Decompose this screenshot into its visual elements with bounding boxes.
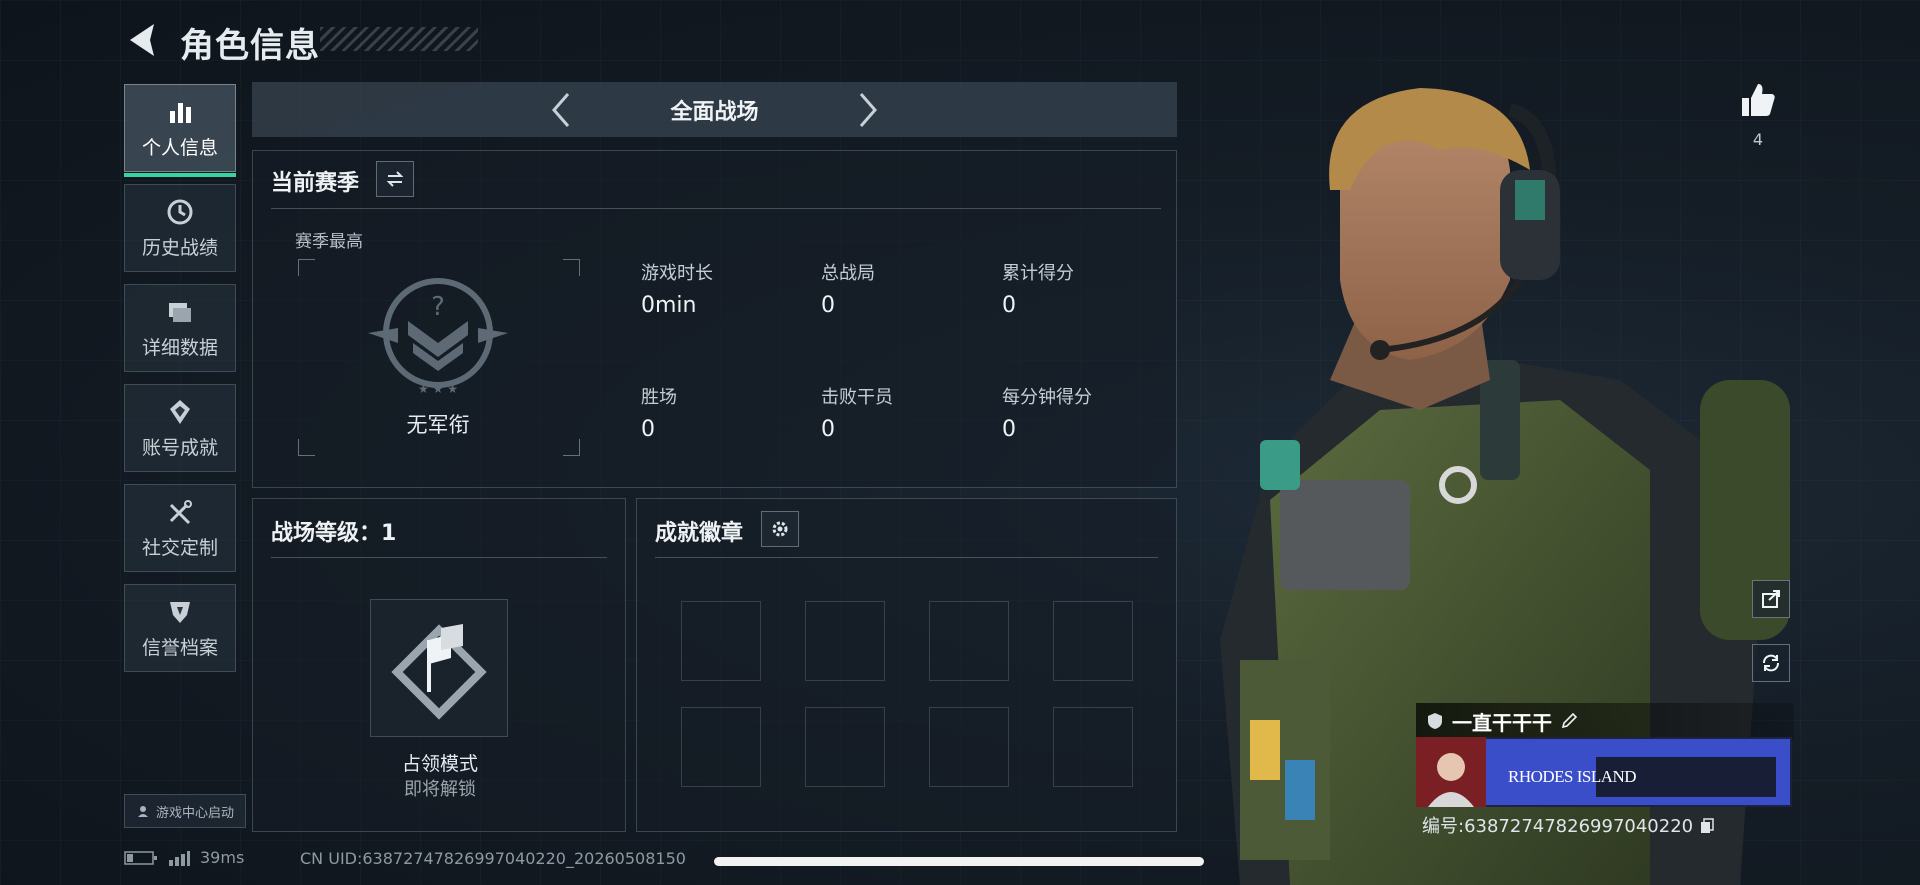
- status-bar: 39ms: [124, 848, 244, 867]
- badge-slot[interactable]: [1053, 601, 1133, 681]
- copy-icon[interactable]: [1699, 818, 1715, 834]
- season-panel: 当前赛季 赛季最高 ? ★ ★ ★ 无军衔 游戏时长 0min 总战局 0 累计…: [252, 150, 1177, 488]
- stat-label: 胜场: [641, 387, 677, 408]
- badge-slot[interactable]: [1053, 707, 1133, 787]
- ping-text: 39ms: [200, 848, 245, 867]
- season-best-label: 赛季最高: [295, 232, 363, 252]
- svg-text:?: ?: [431, 292, 445, 322]
- refresh-button[interactable]: [1752, 644, 1790, 682]
- badge-slot[interactable]: [929, 707, 1009, 787]
- frame-corner: [563, 439, 580, 456]
- stat-label: 击败干员: [821, 387, 893, 408]
- mode-status: 即将解锁: [404, 779, 476, 800]
- swap-icon: [386, 171, 404, 187]
- sidebar-item-history[interactable]: 历史战绩: [124, 184, 236, 272]
- badges-settings-button[interactable]: [761, 511, 799, 547]
- sidebar-item-social[interactable]: 社交定制: [124, 484, 236, 572]
- back-arrow-icon: [130, 24, 154, 56]
- divider: [271, 557, 607, 558]
- share-button[interactable]: [1752, 580, 1790, 618]
- sidebar-item-credit[interactable]: 信誉档案: [124, 584, 236, 672]
- chevron-left-icon: [552, 93, 570, 127]
- season-switch-button[interactable]: [376, 161, 414, 197]
- badge-slot[interactable]: [681, 601, 761, 681]
- mode-unlock-card[interactable]: [370, 599, 508, 737]
- flag-mode-icon: [391, 624, 487, 720]
- signal-icon: [169, 850, 190, 866]
- battlefield-level-panel: 战场等级：1 占领模式 即将解锁: [252, 498, 626, 832]
- banner-text: RHODES ISLAND: [1508, 767, 1637, 786]
- stat-label: 每分钟得分: [1002, 387, 1092, 408]
- home-indicator[interactable]: [714, 857, 1204, 866]
- tools-icon: [169, 499, 192, 524]
- player-banner[interactable]: RHODES ISLAND: [1416, 737, 1792, 807]
- badge-slot[interactable]: [929, 601, 1009, 681]
- next-mode-button[interactable]: [847, 90, 887, 130]
- achievement-badges-panel: 成就徽章: [636, 498, 1177, 832]
- prev-mode-button[interactable]: [542, 90, 582, 130]
- cn-uid-text: CN UID:638727478269970402​20_20260508150: [300, 849, 686, 868]
- sidebar-item-label: 账号成就: [141, 436, 218, 459]
- rank-emblem-icon: ? ★ ★ ★: [368, 278, 508, 396]
- mode-title: 全面战场: [670, 100, 759, 125]
- divider: [655, 557, 1158, 558]
- gear-icon: [772, 521, 788, 537]
- launch-label: 游戏中心启动: [155, 805, 234, 821]
- stat-value: 0: [1002, 417, 1016, 442]
- player-name-card: 一直干干干: [1416, 703, 1794, 739]
- clock-icon: [167, 199, 193, 224]
- frame-corner: [563, 259, 580, 276]
- stat-label: 游戏时长: [641, 263, 713, 284]
- badge-slot[interactable]: [681, 707, 761, 787]
- season-title: 当前赛季: [271, 171, 360, 196]
- stat-label: 总战局: [821, 263, 875, 284]
- edit-pencil-icon[interactable]: [1560, 712, 1578, 730]
- svg-text:★ ★ ★: ★ ★ ★: [418, 382, 458, 396]
- sidebar-item-label: 个人信息: [141, 136, 218, 159]
- sidebar-item-personal-info[interactable]: 个人信息: [124, 84, 236, 177]
- battery-icon: [124, 850, 157, 865]
- mode-selector: 全面战场: [252, 82, 1177, 137]
- folder-icon: [169, 302, 191, 322]
- shield-icon: [170, 601, 190, 623]
- rank-name: 无军衔: [406, 413, 470, 437]
- chevron-right-icon: [859, 93, 877, 127]
- like-count: 4: [1752, 130, 1764, 149]
- stat-value: 0: [821, 293, 835, 318]
- sidebar-item-label: 社交定制: [141, 536, 218, 559]
- like-thumb-icon[interactable]: [1738, 80, 1778, 120]
- user-icon: [137, 806, 148, 817]
- bar-chart-icon: [170, 102, 191, 123]
- rank-shield-icon: [1428, 713, 1442, 729]
- stat-value: 0: [821, 417, 835, 442]
- player-name: 一直干干干: [1452, 710, 1552, 735]
- level-title: 战场等级：1: [271, 521, 397, 546]
- share-icon: [1762, 590, 1780, 608]
- game-center-launch-button[interactable]: 游戏中心启动: [124, 794, 246, 828]
- refresh-icon: [1763, 654, 1779, 672]
- stat-label: 累计得分: [1002, 263, 1074, 284]
- sidebar-item-label: 信誉档案: [141, 636, 218, 659]
- sidebar-item-achievements[interactable]: 账号成就: [124, 384, 236, 472]
- page-title: 角色信息: [180, 26, 320, 66]
- sidebar-item-label: 历史战绩: [141, 236, 218, 259]
- stat-value: 0: [641, 417, 655, 442]
- badge-slot[interactable]: [805, 707, 885, 787]
- stat-value: 0min: [641, 293, 697, 318]
- stat-value: 0: [1002, 293, 1016, 318]
- divider: [271, 208, 1161, 209]
- player-id: 编号:638727478269970402​20: [1422, 812, 1715, 838]
- title-decoration: [320, 27, 478, 51]
- frame-corner: [298, 259, 315, 276]
- sidebar-item-details[interactable]: 详细数据: [124, 284, 236, 372]
- player-id-text: 编号:638727478269970402​20: [1422, 816, 1694, 837]
- medal-icon: [170, 399, 190, 424]
- badge-slot[interactable]: [805, 601, 885, 681]
- back-button[interactable]: [122, 18, 162, 62]
- badges-title: 成就徽章: [655, 521, 744, 546]
- sidebar-item-label: 详细数据: [141, 336, 218, 359]
- mode-name: 占领模式: [401, 753, 478, 775]
- frame-corner: [298, 439, 315, 456]
